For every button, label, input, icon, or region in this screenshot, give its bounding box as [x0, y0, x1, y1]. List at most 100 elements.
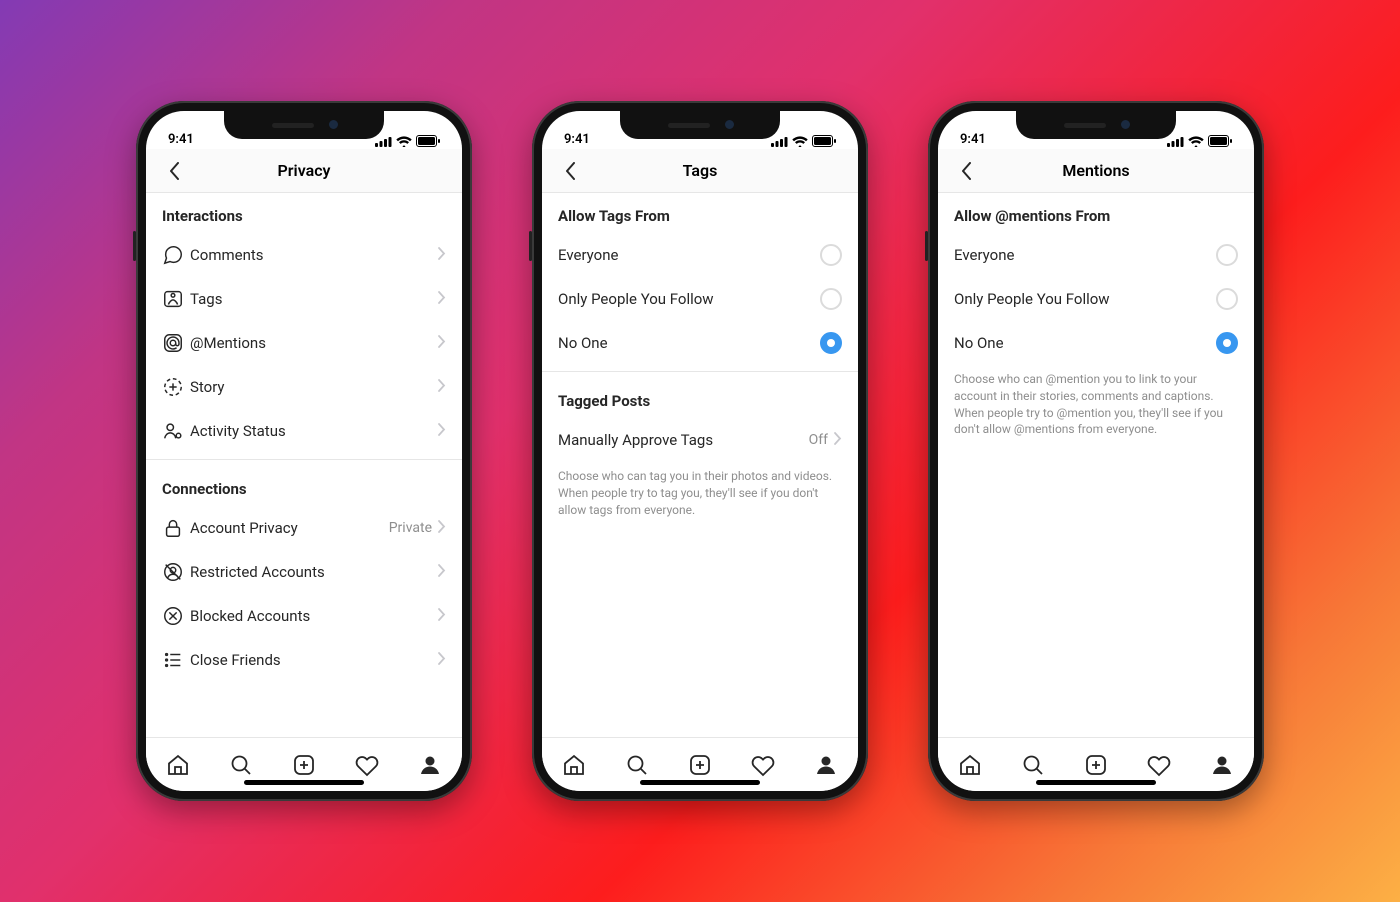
tab-new-post[interactable]	[688, 753, 712, 777]
section-heading-connections: Connections	[146, 466, 462, 506]
tab-activity[interactable]	[355, 753, 379, 777]
option-label: Only People You Follow	[954, 290, 1216, 308]
comment-icon	[162, 244, 190, 266]
row-comments[interactable]: Comments	[146, 233, 462, 277]
radio-option-everyone[interactable]: Everyone	[542, 233, 858, 277]
content-area: Allow Tags From Everyone Only People You…	[542, 193, 858, 737]
row-label: Blocked Accounts	[190, 607, 438, 625]
cellular-icon	[375, 136, 392, 147]
home-indicator	[244, 780, 364, 785]
divider	[146, 459, 462, 460]
tag-icon	[162, 288, 190, 310]
option-label: Everyone	[558, 246, 820, 264]
tab-home[interactable]	[958, 753, 982, 777]
back-button[interactable]	[948, 149, 984, 192]
tab-profile[interactable]	[1210, 753, 1234, 777]
row-label: Restricted Accounts	[190, 563, 438, 581]
story-icon	[162, 376, 190, 398]
restricted-icon	[162, 561, 190, 583]
tab-activity[interactable]	[751, 753, 775, 777]
row-blocked[interactable]: Blocked Accounts	[146, 594, 462, 638]
chevron-right-icon	[438, 563, 446, 581]
tab-profile[interactable]	[418, 753, 442, 777]
chevron-left-icon	[565, 162, 576, 180]
radio-indicator	[820, 332, 842, 354]
back-button[interactable]	[156, 149, 192, 192]
row-label: Manually Approve Tags	[558, 431, 809, 449]
row-manually-approve[interactable]: Manually Approve Tags Off	[542, 418, 858, 462]
section-heading: Tagged Posts	[542, 378, 858, 418]
tab-new-post[interactable]	[1084, 753, 1108, 777]
chevron-right-icon	[438, 519, 446, 537]
battery-icon	[416, 135, 440, 147]
page-title: Privacy	[278, 161, 331, 180]
chevron-right-icon	[438, 607, 446, 625]
radio-option-no-one[interactable]: No One	[542, 321, 858, 365]
back-button[interactable]	[552, 149, 588, 192]
option-label: No One	[954, 334, 1216, 352]
close-friends-icon	[162, 649, 190, 671]
radio-option-following[interactable]: Only People You Follow	[542, 277, 858, 321]
nav-header: Privacy	[146, 149, 462, 193]
chevron-left-icon	[169, 162, 180, 180]
row-restricted[interactable]: Restricted Accounts	[146, 550, 462, 594]
profile-icon	[418, 753, 442, 777]
tab-search[interactable]	[625, 753, 649, 777]
wifi-icon	[792, 136, 808, 147]
help-text: Choose who can tag you in their photos a…	[542, 462, 858, 530]
section-heading: Allow Tags From	[542, 193, 858, 233]
row-mentions[interactable]: @Mentions	[146, 321, 462, 365]
cellular-icon	[1167, 136, 1184, 147]
radio-indicator	[1216, 288, 1238, 310]
row-label: Tags	[190, 290, 438, 308]
divider	[542, 371, 858, 372]
blocked-icon	[162, 605, 190, 627]
wifi-icon	[1188, 136, 1204, 147]
radio-option-following[interactable]: Only People You Follow	[938, 277, 1254, 321]
row-story[interactable]: Story	[146, 365, 462, 409]
option-label: No One	[558, 334, 820, 352]
row-close-friends[interactable]: Close Friends	[146, 638, 462, 682]
help-text: Choose who can @mention you to link to y…	[938, 365, 1254, 450]
plus-square-icon	[1084, 753, 1108, 777]
plus-square-icon	[292, 753, 316, 777]
radio-option-everyone[interactable]: Everyone	[938, 233, 1254, 277]
heart-icon	[1147, 753, 1171, 777]
tab-activity[interactable]	[1147, 753, 1171, 777]
chevron-left-icon	[961, 162, 972, 180]
status-icons	[375, 135, 440, 147]
row-tags[interactable]: Tags	[146, 277, 462, 321]
plus-square-icon	[688, 753, 712, 777]
activity-icon	[162, 420, 190, 442]
chevron-right-icon	[438, 290, 446, 308]
section-heading: Allow @mentions From	[938, 193, 1254, 233]
home-indicator	[1036, 780, 1156, 785]
row-account-privacy[interactable]: Account Privacy Private	[146, 506, 462, 550]
row-activity-status[interactable]: Activity Status	[146, 409, 462, 453]
radio-option-no-one[interactable]: No One	[938, 321, 1254, 365]
notch	[1016, 111, 1176, 139]
notch	[620, 111, 780, 139]
chevron-right-icon	[438, 651, 446, 669]
option-label: Everyone	[954, 246, 1216, 264]
heart-icon	[751, 753, 775, 777]
tab-profile[interactable]	[814, 753, 838, 777]
heart-icon	[355, 753, 379, 777]
home-icon	[166, 753, 190, 777]
chevron-right-icon	[438, 378, 446, 396]
tab-home[interactable]	[166, 753, 190, 777]
option-label: Only People You Follow	[558, 290, 820, 308]
tab-search[interactable]	[229, 753, 253, 777]
row-meta: Off	[809, 432, 828, 448]
content-area: Allow @mentions From Everyone Only Peopl…	[938, 193, 1254, 737]
row-label: Story	[190, 378, 438, 396]
tab-new-post[interactable]	[292, 753, 316, 777]
page-title: Tags	[683, 161, 718, 180]
lock-icon	[162, 517, 190, 539]
battery-icon	[812, 135, 836, 147]
search-icon	[229, 753, 253, 777]
tab-home[interactable]	[562, 753, 586, 777]
tab-search[interactable]	[1021, 753, 1045, 777]
phone-mockup: 9:41 Privacy Interactions Comments Tags	[136, 101, 472, 801]
home-icon	[958, 753, 982, 777]
